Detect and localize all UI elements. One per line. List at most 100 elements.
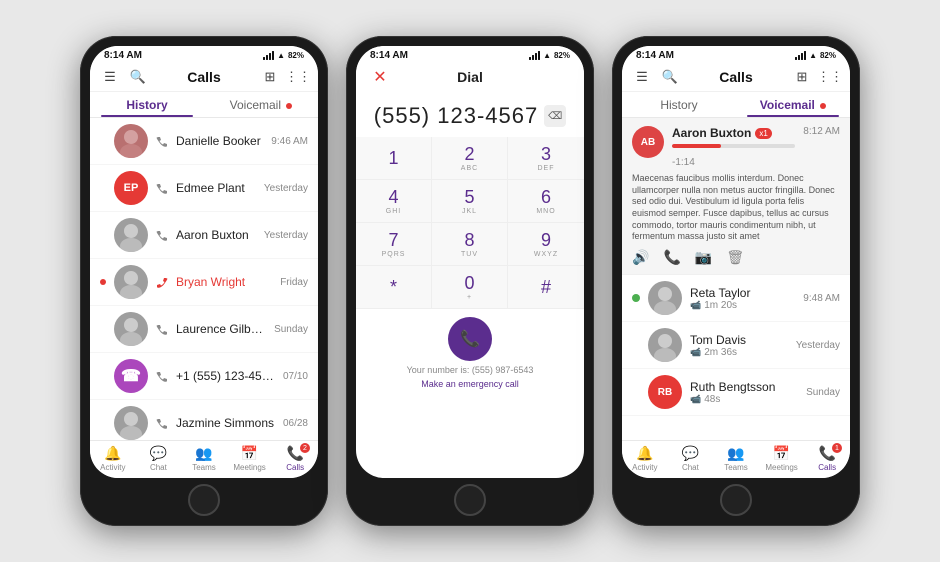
vm-name-ruth: Ruth Bengtsson [690,380,798,394]
phone-3: 8:14 AM ▲ 82% ☰ 🔍 Ca [612,36,860,526]
call-item-bryan[interactable]: Bryan Wright Friday [90,259,318,306]
call-info-number: +1 (555) 123-4567 [176,369,275,383]
dial-number-row: (555) 123-4567 ⌫ [356,91,584,137]
bar1 [263,57,265,60]
call-icon-symbol: 📞 [460,329,480,349]
nav-calls-3[interactable]: 📞 1 Calls [804,445,850,472]
calls-icon-1: 📞 2 [286,445,303,462]
vm-dur-ruth: 48s [704,394,720,405]
call-time-aaron: Yesterday [264,230,308,241]
home-btn-2[interactable] [454,484,486,516]
grid-icon-1[interactable]: ⋮⋮ [288,67,308,87]
nav-teams-1[interactable]: 👥 Teams [181,445,227,472]
call-item-laurence[interactable]: Laurence Gilbertson (3) Sunday [90,306,318,353]
waveform [672,144,795,148]
hamburger-icon-3[interactable]: ☰ [632,67,652,87]
call-icon-aaron [156,229,168,241]
call-item-number[interactable]: ☎ +1 (555) 123-4567 07/10 [90,353,318,400]
dial-key-6[interactable]: 6 MNO [508,180,584,223]
dialpad-icon-1[interactable]: ⊞ [260,67,280,87]
nav-teams-3[interactable]: 👥 Teams [713,445,759,472]
dialpad-icon-3[interactable]: ⊞ [792,67,812,87]
voicemail-dot-3 [820,103,826,109]
dial-key-7[interactable]: 7 PQRS [356,223,432,266]
nav-chat-1[interactable]: 💬 Chat [136,445,182,472]
dial-key-8[interactable]: 8 TUV [432,223,508,266]
call-time-laurence: Sunday [274,324,308,335]
call-item-aaron[interactable]: Aaron Buxton Yesterday [90,212,318,259]
dial-key-2[interactable]: 2 ABC [432,137,508,180]
tab-history-3[interactable]: History [622,92,736,117]
nav-chat-3[interactable]: 💬 Chat [668,445,714,472]
voicemail-top-row: AB Aaron Buxton x1 -1:14 8:12 AM [632,126,840,170]
signal-1 [263,51,274,60]
nav-activity-3[interactable]: 🔔 Activity [622,445,668,472]
dial-number: (555) 123-4567 [374,103,538,129]
avatar-tom [648,328,682,362]
dial-key-3[interactable]: 3 DEF [508,137,584,180]
close-icon[interactable]: ✕ [370,67,390,87]
call-name-danielle: Danielle Booker [176,134,263,148]
call-item-edmee[interactable]: EP Edmee Plant Yesterday [90,165,318,212]
vm-call-icon[interactable]: 📞 [663,249,680,266]
nav-activity-1[interactable]: 🔔 Activity [90,445,136,472]
missed-dot-bryan [100,279,106,285]
chat-icon-1: 💬 [150,445,167,462]
vm-camera-icon[interactable]: 📷 [695,249,712,266]
call-item-jazmine[interactable]: Jazmine Simmons 06/28 [90,400,318,440]
status-bar-1: 8:14 AM ▲ 82% [90,46,318,63]
online-dot-reta [632,294,640,302]
dial-clear-btn[interactable]: ⌫ [544,105,566,127]
calls-badge-3: 1 [832,443,842,453]
search-icon-1[interactable]: 🔍 [128,67,148,87]
phone-2-screen: 8:14 AM ▲ 82% ✕ Dial [356,46,584,478]
time-1: 8:14 AM [104,50,142,61]
dial-key-star[interactable]: * [356,266,432,309]
voicemail-top-item[interactable]: AB Aaron Buxton x1 -1:14 8:12 AM [622,118,850,275]
wifi-icon-3: ▲ [809,51,817,60]
dial-key-1[interactable]: 1 [356,137,432,180]
left-icons-3: ☰ 🔍 [632,67,680,87]
call-list-1: Danielle Booker 9:46 AM EP Edmee Plant Y… [90,118,318,440]
dial-key-hash[interactable]: # [508,266,584,309]
nav-calls-1[interactable]: 📞 2 Calls [272,445,318,472]
home-btn-1[interactable] [188,484,220,516]
phone-1-screen: 8:14 AM ▲ 82% ☰ 🔍 Ca [90,46,318,478]
call-icon-number [156,370,168,382]
phone-1: 8:14 AM ▲ 82% ☰ 🔍 Ca [80,36,328,526]
search-icon-3[interactable]: 🔍 [660,67,680,87]
vm-speaker-icon[interactable]: 🔊 [632,249,649,266]
calls-badge-1: 2 [300,443,310,453]
call-icon-danielle [156,135,168,147]
vm-item-tom[interactable]: Tom Davis 📹 2m 36s Yesterday [622,322,850,369]
call-name-jazmine: Jazmine Simmons [176,416,275,430]
avatar-reta [648,281,682,315]
nav-meetings-3[interactable]: 📅 Meetings [759,445,805,472]
hamburger-icon[interactable]: ☰ [100,67,120,87]
dial-pad: 1 2 ABC 3 DEF 4 GHI 5 JKL [356,137,584,309]
vm-item-ruth[interactable]: RB Ruth Bengtsson 📹 48s Sunday [622,369,850,416]
tabs-3: History Voicemail [622,92,850,118]
tab-voicemail-1[interactable]: Voicemail [204,92,318,117]
nav-meetings-1[interactable]: 📅 Meetings [227,445,273,472]
dial-key-0[interactable]: 0 + [432,266,508,309]
battery-1: 82% [288,51,304,60]
dial-call-button[interactable]: 📞 [448,317,492,361]
waveform-fill [672,144,721,148]
dial-key-5[interactable]: 5 JKL [432,180,508,223]
voicemail-list: Reta Taylor 📹 1m 20s 9:48 AM Tom Davi [622,275,850,440]
call-time-bryan: Friday [280,277,308,288]
call-item-danielle[interactable]: Danielle Booker 9:46 AM [90,118,318,165]
tab-history-1[interactable]: History [90,92,204,117]
dial-key-9[interactable]: 9 WXYZ [508,223,584,266]
call-icon-jazmine [156,417,168,429]
vm-item-reta[interactable]: Reta Taylor 📹 1m 20s 9:48 AM [622,275,850,322]
dial-app-bar: ✕ Dial [356,63,584,91]
dial-emergency[interactable]: Make an emergency call [356,379,584,395]
vm-badge-aaron: x1 [755,128,771,139]
tab-voicemail-3[interactable]: Voicemail [736,92,850,117]
grid-icon-3[interactable]: ⋮⋮ [820,67,840,87]
home-btn-3[interactable] [720,484,752,516]
vm-delete-icon[interactable]: 🗑 [726,249,744,266]
dial-key-4[interactable]: 4 GHI [356,180,432,223]
